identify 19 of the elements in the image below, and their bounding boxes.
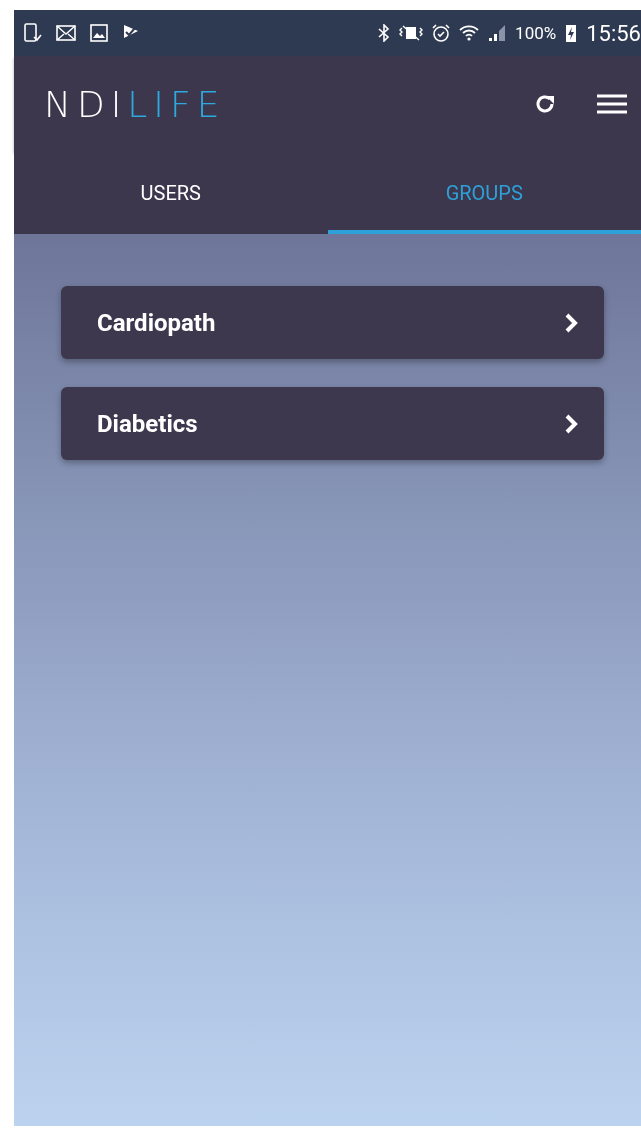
- tab[interactable]: USERS: [14, 152, 328, 234]
- wifi-icon: [459, 24, 480, 42]
- group-item[interactable]: Cardiopath: [61, 286, 604, 359]
- bluetooth-icon: [378, 24, 391, 42]
- alarm-icon: [432, 24, 451, 42]
- clock-time: 15:56: [586, 20, 641, 46]
- chevron-right-icon: [564, 412, 578, 435]
- menu-icon[interactable]: [597, 93, 627, 115]
- battery-charging-icon: [565, 23, 578, 43]
- vibrate-mute-icon: [399, 24, 424, 42]
- tablet-check-icon: [24, 23, 42, 43]
- signal-icon: [488, 24, 507, 42]
- tab[interactable]: GROUPS: [327, 152, 641, 234]
- image-icon: [90, 24, 108, 42]
- battery-percentage: 100%: [515, 23, 557, 43]
- mail-icon: [56, 25, 76, 41]
- chevron-right-icon: [564, 311, 578, 334]
- app-logo: NDI LIFE: [44, 83, 226, 125]
- group-item[interactable]: Diabetics: [61, 387, 604, 460]
